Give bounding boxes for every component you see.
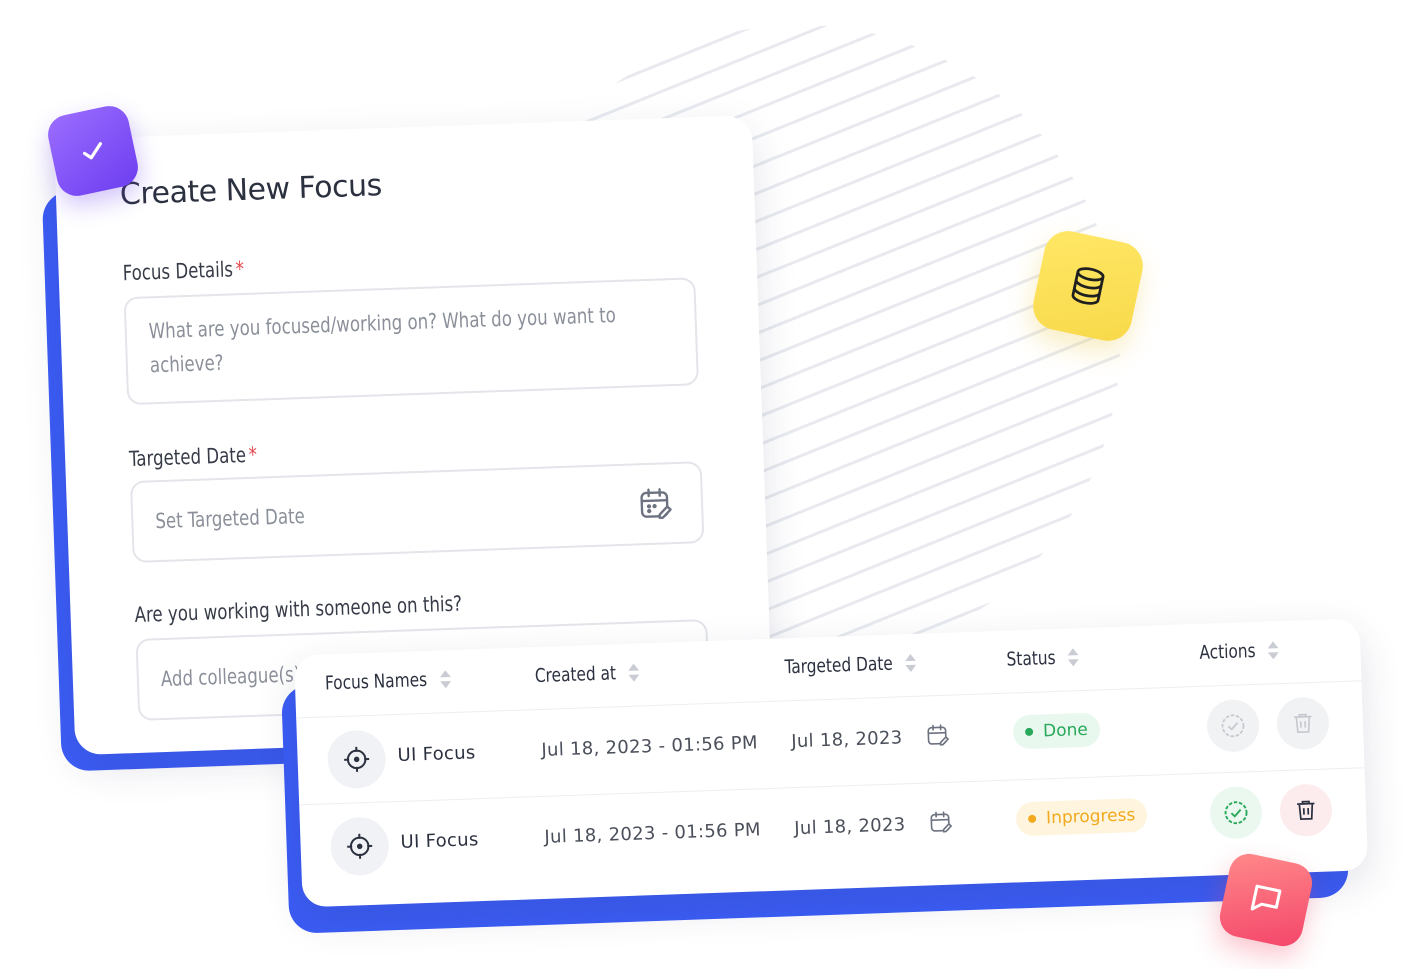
sort-icon[interactable] [1266, 639, 1281, 661]
chat-badge [1216, 850, 1316, 950]
targeted-date-input[interactable]: Set Targeted Date [129, 461, 705, 564]
delete-button[interactable] [1276, 696, 1330, 751]
focus-details-placeholder: What are you focused/working on? What do… [148, 303, 617, 378]
delete-button[interactable] [1279, 783, 1333, 838]
check-circle-icon [1224, 801, 1248, 825]
database-badge [1028, 226, 1148, 346]
targeted-date: Jul 18, 2023 [790, 727, 903, 753]
chat-icon [1250, 884, 1282, 911]
focus-table: Focus Names Created at Targeted Date Sta… [280, 618, 1369, 934]
targeted-date-placeholder: Set Targeted Date [154, 503, 306, 534]
sort-icon[interactable] [626, 661, 641, 683]
focus-details-label: Focus Details* [122, 256, 245, 286]
focus-avatar [329, 816, 390, 877]
trash-icon [1297, 800, 1315, 821]
database-icon [1071, 267, 1105, 305]
colleagues-label: Are you working with someone on this? [134, 591, 463, 627]
form-title: Create New Focus [119, 168, 383, 213]
focus-name[interactable]: UI Focus [397, 742, 476, 766]
approve-button[interactable] [1209, 785, 1263, 840]
focus-details-textarea[interactable]: What are you focused/working on? What do… [123, 277, 699, 406]
status-badge: Inprogress [1015, 797, 1148, 837]
sort-icon[interactable] [1066, 646, 1081, 668]
calendar-edit-icon[interactable] [925, 722, 952, 749]
focus-name[interactable]: UI Focus [400, 829, 479, 853]
header-focus-names[interactable]: Focus Names [325, 668, 453, 694]
header-created-at[interactable]: Created at [534, 661, 641, 687]
targeted-date: Jul 18, 2023 [793, 814, 906, 840]
required-mark: * [235, 256, 245, 282]
sort-icon[interactable] [903, 652, 918, 674]
check-badge [44, 102, 142, 200]
sort-icon[interactable] [438, 668, 453, 690]
calendar-edit-icon[interactable] [636, 484, 675, 523]
header-actions[interactable]: Actions [1199, 639, 1281, 664]
header-status[interactable]: Status [1006, 646, 1081, 671]
check-icon [82, 142, 103, 160]
check-circle-icon [1221, 714, 1245, 738]
trash-icon [1294, 713, 1312, 734]
approve-button[interactable] [1206, 698, 1260, 753]
crosshair-icon [347, 833, 373, 859]
crosshair-icon [344, 746, 370, 772]
calendar-edit-icon[interactable] [928, 809, 955, 836]
header-targeted-date[interactable]: Targeted Date [784, 652, 918, 678]
required-mark: * [248, 442, 258, 467]
status-badge: Done [1012, 712, 1101, 750]
targeted-date-label: Targeted Date* [128, 442, 258, 472]
created-at: Jul 18, 2023 - 01:56 PM [541, 732, 759, 761]
created-at: Jul 18, 2023 - 01:56 PM [544, 819, 762, 848]
focus-avatar [326, 729, 387, 790]
table-card: Focus Names Created at Targeted Date Sta… [293, 618, 1369, 908]
